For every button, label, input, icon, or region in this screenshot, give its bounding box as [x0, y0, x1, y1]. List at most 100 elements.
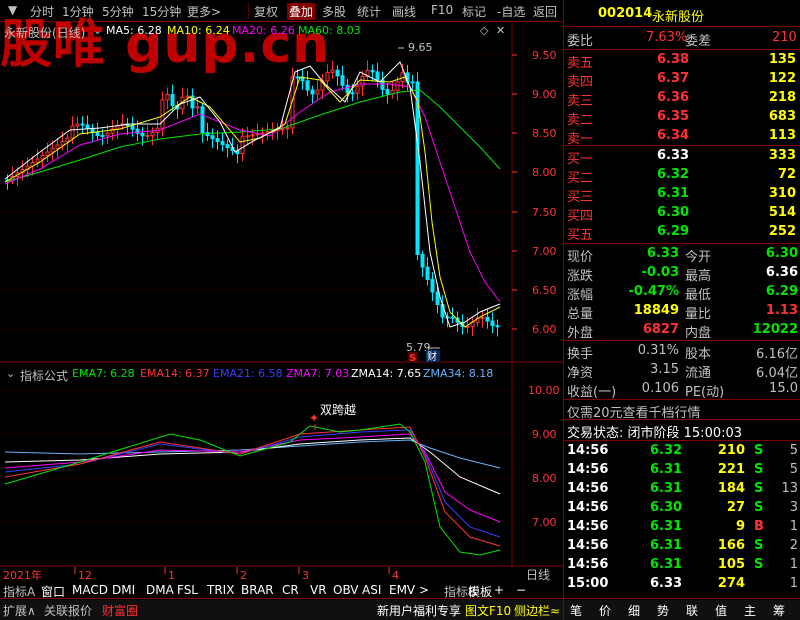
buy-row[interactable]: 买四 6.30 514: [564, 204, 800, 224]
candle-body: [85, 124, 90, 129]
indicator-tab[interactable]: >: [419, 583, 429, 597]
candle-body: [305, 80, 310, 91]
indicator-tab[interactable]: 模板: [468, 583, 492, 600]
candle-body: [310, 89, 315, 95]
indicator-tab[interactable]: OBV: [333, 583, 359, 597]
candle-body: [375, 71, 380, 81]
x-axis-label: 2: [240, 569, 247, 582]
stat-value: 6.29: [765, 284, 798, 299]
candle-body: [450, 316, 455, 319]
indicator-tab[interactable]: MACD: [72, 583, 108, 597]
stat-label: 流通: [685, 366, 712, 381]
sell-row[interactable]: 卖二 6.35 683: [564, 108, 800, 128]
y-tick: 8.50: [532, 127, 557, 140]
back-button[interactable]: 返回: [533, 3, 557, 20]
buy-level-label: 买四: [567, 209, 594, 224]
panel-switch-button[interactable]: 细: [628, 602, 640, 619]
indicator-tab[interactable]: CR: [282, 583, 299, 597]
sell-volume: 683: [768, 109, 796, 124]
statistics-button[interactable]: 统计: [357, 3, 381, 20]
buy-price: 6.31: [657, 186, 690, 201]
buy-row[interactable]: 买三 6.31 310: [564, 185, 800, 205]
tick-time: 14:56: [567, 538, 609, 553]
indicator-tab[interactable]: ASI: [362, 583, 381, 597]
chevron-down-icon[interactable]: ⌄: [6, 367, 15, 380]
panel-switch-button[interactable]: 筹: [773, 602, 785, 619]
buy-row[interactable]: 买五 6.29 252: [564, 223, 800, 243]
sell-price: 6.37: [657, 71, 690, 86]
candle-body: [215, 138, 220, 143]
mark-button[interactable]: 标记: [462, 3, 486, 20]
tick-price: 6.32: [650, 443, 683, 458]
indicator-tab[interactable]: BRAR: [241, 583, 274, 597]
candle-body: [410, 81, 415, 84]
indicator-tab[interactable]: FSL: [177, 583, 198, 597]
candle-body: [245, 135, 250, 138]
sell-row[interactable]: 卖一 6.34 113: [564, 127, 800, 147]
stat-value: 6.04亿: [756, 366, 798, 381]
indicator-title[interactable]: 指标公式: [20, 367, 68, 384]
weibi-label: 委比: [567, 34, 594, 49]
diamond-icon[interactable]: ◇: [480, 24, 488, 37]
panel-switch-button[interactable]: 笔: [570, 602, 582, 619]
panel-switch-button[interactable]: 联: [686, 602, 698, 619]
stat-label: 外盘: [567, 326, 594, 341]
panel-switch-button[interactable]: 价: [599, 602, 611, 619]
indicator-tab[interactable]: +: [494, 583, 504, 597]
ema14-label: EMA14: 6.37: [140, 367, 210, 380]
chevron-down-icon[interactable]: ⌄: [93, 24, 102, 37]
tick-row: 14:56 6.31 166 S 2: [564, 537, 800, 556]
wealth-circle-button[interactable]: 财富圈: [102, 602, 138, 619]
sell-row[interactable]: 卖四 6.37 122: [564, 70, 800, 90]
tick-time: 14:56: [567, 443, 609, 458]
graphic-f10-button[interactable]: 图文F10: [465, 602, 511, 619]
indicator-tab[interactable]: DMI: [112, 583, 135, 597]
ma10-label: MA10: 6.24: [167, 24, 230, 37]
tick-volume: 27: [726, 500, 745, 515]
indicator-tab[interactable]: VR: [310, 583, 327, 597]
finance-marker[interactable]: 财: [427, 350, 437, 363]
buy-row[interactable]: 买一 6.33 333: [564, 147, 800, 167]
period-label[interactable]: 日线: [526, 568, 550, 582]
stat-value: 12022: [752, 322, 798, 337]
sell-volume: 218: [768, 90, 796, 105]
tick-row: 15:00 6.33 274 1: [564, 575, 800, 594]
stat-label: 换手: [567, 347, 594, 362]
related-quotes-button[interactable]: 关联报价: [44, 602, 92, 619]
buy-price: 6.33: [657, 148, 690, 163]
sidebar-toggle-button[interactable]: 侧边栏≈: [514, 602, 560, 619]
indicator-tab[interactable]: 指标A: [3, 583, 35, 600]
tick-price: 6.31: [650, 481, 683, 496]
panel-switch-button[interactable]: 主: [744, 602, 756, 619]
panel-switch-button[interactable]: 值: [715, 602, 727, 619]
candle-body: [330, 69, 335, 73]
remove-watchlist-button[interactable]: -自选: [497, 3, 525, 20]
y-tick: 6.50: [532, 284, 557, 297]
candle-body: [340, 75, 345, 86]
stat-value: 18849: [633, 303, 679, 318]
stat-label: 涨幅: [567, 288, 594, 303]
indicator-tab[interactable]: −: [516, 583, 526, 597]
candle-body: [65, 137, 70, 142]
sell-row[interactable]: 卖五 6.38 135: [564, 51, 800, 71]
ma5-line: [4, 61, 501, 328]
tick-price: 6.30: [650, 500, 683, 515]
indicator-tab[interactable]: 窗口: [41, 583, 65, 600]
indicator-tab[interactable]: DMA: [146, 583, 174, 597]
indicator-tab[interactable]: EMV: [389, 583, 415, 597]
buy-level-label: 买三: [567, 190, 594, 205]
buy-row[interactable]: 买二 6.32 72: [564, 166, 800, 186]
tick-count: 1: [789, 557, 798, 572]
chart-area[interactable]: 9.50 9.00 8.50 8.00 7.50 7.00 6.50 6.00 …: [0, 22, 563, 582]
indicator-tab[interactable]: TRIX: [207, 583, 234, 597]
expand-button[interactable]: 扩展∧: [3, 602, 36, 619]
panel-switch-button[interactable]: 势: [657, 602, 669, 619]
draw-line-button[interactable]: 画线: [392, 3, 416, 20]
stat-label: 最低: [685, 288, 712, 303]
sell-marker-s[interactable]: S: [409, 353, 416, 364]
sell-row[interactable]: 卖三 6.36 218: [564, 89, 800, 109]
new-user-benefit-link[interactable]: 新用户福利专享: [377, 602, 461, 619]
f10-button[interactable]: F10: [431, 3, 453, 17]
candle-body: [195, 106, 200, 109]
close-icon[interactable]: ✕: [496, 24, 505, 37]
